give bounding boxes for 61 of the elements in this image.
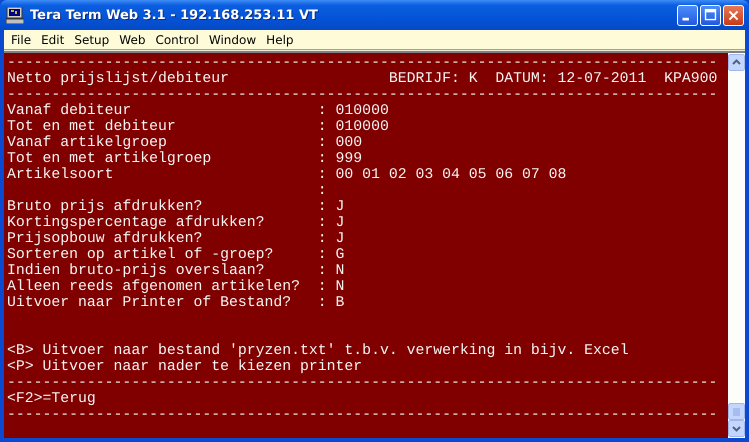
field-value: 00 01 02 03 04 05 06 07 08 (336, 167, 566, 183)
field-value: G (336, 247, 344, 263)
field-value: 999 (336, 151, 362, 167)
field-separator: : (318, 215, 327, 231)
field-separator: : (318, 103, 327, 119)
field-separator: : (318, 247, 327, 263)
field-label: Vanaf artikelgroep (7, 135, 168, 151)
terminal-app-icon (6, 6, 24, 24)
menu-item[interactable]: Web (114, 32, 150, 46)
menu-item[interactable]: Control (150, 32, 204, 46)
window-title: Tera Term Web 3.1 - 192.168.253.11 VT (30, 8, 319, 22)
dashed-rule: -------------------------------------------------------------------------------- (7, 55, 718, 71)
field-value: J (336, 199, 344, 215)
field-separator: : (318, 295, 327, 311)
scroll-down-button[interactable] (728, 420, 745, 437)
field-separator: : (318, 119, 327, 135)
field-label: Bruto prijs afdrukken? (7, 199, 204, 215)
minimize-button[interactable] (677, 4, 698, 26)
menu-item[interactable]: Help (261, 32, 299, 46)
field-label: Alleen reeds afgenomen artikelen? (7, 279, 302, 295)
field-value: J (336, 231, 344, 247)
terminal-text: <P> Uitvoer naar nader te kiezen printer (7, 359, 362, 375)
scroll-up-button[interactable] (728, 54, 745, 71)
field-separator: : (318, 263, 327, 279)
field-label: Prijsopbouw afdrukken? (7, 231, 204, 247)
menu-item[interactable]: Edit (36, 32, 70, 46)
scroll-thumb[interactable] (728, 403, 745, 420)
field-label: Sorteren op artikel of -groep? (7, 247, 274, 263)
field-label: Indien bruto-prijs overslaan? (7, 263, 266, 279)
field-separator: : (318, 199, 327, 215)
field-separator: : (318, 279, 327, 295)
dashed-rule: -------------------------------------------------------------------------------- (7, 375, 718, 391)
field-separator: : (318, 167, 327, 183)
field-label: Artikelsoort (7, 167, 115, 183)
field-label: Kortingspercentage afdrukken? (7, 215, 266, 231)
field-label: Vanaf debiteur (7, 103, 132, 119)
terminal-text: <B> Uitvoer naar bestand 'pryzen.txt' t.b.v. verwerking in bijv. Excel (7, 343, 629, 359)
terminal-text: <F2>=Terug (7, 391, 96, 407)
screen-title: Netto prijslijst/debiteur (7, 71, 229, 87)
maximize-button[interactable] (700, 4, 721, 26)
field-value: 010000 (336, 119, 389, 135)
field-label: Uitvoer naar Printer of Bestand? (7, 295, 292, 311)
menu-item[interactable]: Setup (69, 32, 114, 46)
field-separator: : (318, 151, 327, 167)
field-value: J (336, 215, 344, 231)
field-label: Tot en met artikelgroep (7, 151, 212, 167)
field-value: B (336, 295, 344, 311)
dashed-rule: -------------------------------------------------------------------------------- (7, 407, 718, 423)
menu-item[interactable]: Window (204, 32, 262, 46)
header-info: BEDRIJF: K DATUM: 12-07-2011 KPA900 (388, 71, 718, 87)
close-button[interactable] (723, 4, 744, 26)
field-value: 000 (336, 135, 362, 151)
field-separator: : (318, 183, 327, 199)
field-value: 010000 (336, 103, 389, 119)
field-separator: : (318, 135, 327, 151)
field-value: N (336, 279, 344, 295)
field-separator: : (318, 231, 327, 247)
field-value: N (336, 263, 344, 279)
field-label: Tot en met debiteur (7, 119, 177, 135)
dashed-rule: -------------------------------------------------------------------------------- (7, 87, 718, 103)
menu-item[interactable]: File (6, 32, 36, 46)
